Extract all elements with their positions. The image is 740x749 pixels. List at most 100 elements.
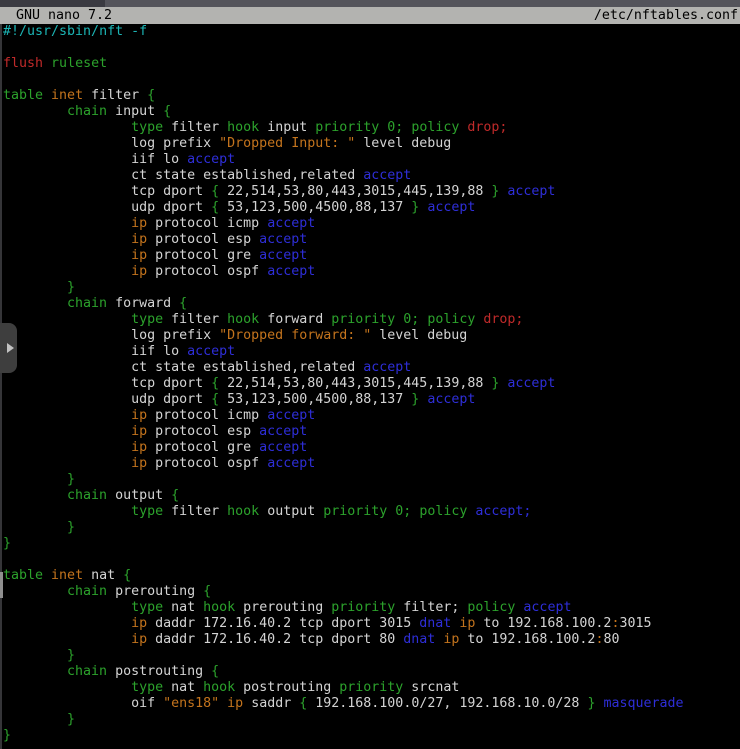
code-token: policy	[467, 600, 515, 615]
code-token: accept	[267, 456, 315, 471]
file-path-label: /etc/nftables.conf	[594, 7, 738, 24]
code-token: 80	[603, 632, 619, 647]
code-line: type filter hook forward priority 0; pol…	[3, 312, 740, 328]
code-token: protocol esp	[147, 424, 259, 439]
code-line: }	[3, 520, 740, 536]
code-line: type nat hook postrouting priority srcna…	[3, 680, 740, 696]
code-token: {	[203, 584, 211, 599]
code-token: srcnat	[403, 680, 459, 695]
code-token: to 192.168.100.2	[475, 616, 611, 631]
code-token: accept	[523, 600, 571, 615]
code-token: inet	[51, 88, 83, 103]
code-line: type filter hook output priority 0; poli…	[3, 504, 740, 520]
code-token: }	[67, 648, 75, 663]
code-token: {	[211, 184, 219, 199]
code-token: dnat	[403, 632, 435, 647]
code-token: {	[211, 200, 219, 215]
code-line: ip protocol esp accept	[3, 424, 740, 440]
code-token: accept	[259, 232, 307, 247]
code-token: accept	[187, 344, 235, 359]
code-token: forward	[259, 312, 331, 327]
code-token: {	[163, 104, 171, 119]
code-token: policy	[419, 504, 467, 519]
code-token: saddr	[243, 696, 299, 711]
code-token: priority 0;	[331, 312, 419, 327]
code-token: prerouting	[235, 600, 331, 615]
code-token: hook	[203, 680, 235, 695]
code-line: }	[3, 728, 740, 744]
code-token: accept	[267, 408, 315, 423]
code-line	[3, 552, 740, 568]
code-token: ip	[131, 440, 147, 455]
code-token: hook	[227, 504, 259, 519]
code-token: type	[131, 504, 163, 519]
code-token: accept	[267, 264, 315, 279]
code-token: ip	[131, 232, 147, 247]
code-line: tcp dport { 22,514,53,80,443,3015,445,13…	[3, 376, 740, 392]
code-token: "Dropped Input: "	[219, 136, 355, 151]
code-token: priority 0;	[323, 504, 411, 519]
app-version-label: GNU nano 7.2	[0, 7, 112, 24]
code-token: ip	[131, 216, 147, 231]
code-line: ip daddr 172.16.40.2 tcp dport 3015 dnat…	[3, 616, 740, 632]
code-token	[43, 568, 51, 583]
code-token: ip	[131, 632, 147, 647]
code-token: ct state established,related	[131, 168, 363, 183]
code-line: type nat hook prerouting priority filter…	[3, 600, 740, 616]
code-token: policy	[411, 120, 459, 135]
code-line: }	[3, 648, 740, 664]
code-token: 22,514,53,80,443,3015,445,139,88	[219, 376, 491, 391]
code-token: hook	[227, 120, 259, 135]
code-token: }	[67, 520, 75, 535]
code-line: log prefix "Dropped forward: " level deb…	[3, 328, 740, 344]
code-token: accept	[259, 248, 307, 263]
code-token: {	[171, 488, 179, 503]
code-token	[43, 56, 51, 71]
code-line: log prefix "Dropped Input: " level debug	[3, 136, 740, 152]
code-line: chain postrouting {	[3, 664, 740, 680]
code-token: type	[131, 680, 163, 695]
code-token: }	[3, 728, 11, 743]
code-token: {	[179, 296, 187, 311]
code-token: ip	[131, 408, 147, 423]
code-line: ip protocol icmp accept	[3, 408, 740, 424]
code-token: accept	[507, 376, 555, 391]
code-token: priority 0;	[315, 120, 403, 135]
code-token: {	[211, 392, 219, 407]
code-token: log prefix	[131, 136, 219, 151]
code-line: #!/usr/sbin/nft -f	[3, 24, 740, 40]
code-token: type	[131, 312, 163, 327]
code-token: protocol esp	[147, 232, 259, 247]
code-token: tcp dport	[131, 184, 211, 199]
code-token: chain	[67, 104, 107, 119]
editor-area[interactable]: #!/usr/sbin/nft -fflush rulesettable ine…	[3, 24, 740, 749]
code-token: ip	[443, 632, 459, 647]
code-token: priority	[339, 680, 403, 695]
code-token: protocol ospf	[147, 456, 267, 471]
code-token: ip	[131, 424, 147, 439]
code-token: accept	[507, 184, 555, 199]
side-panel-handle[interactable]	[0, 323, 17, 373]
code-token: accept	[259, 424, 307, 439]
code-token: drop;	[483, 312, 523, 327]
code-token: flush	[3, 56, 43, 71]
code-token: daddr 172.16.40.2 tcp dport 80	[147, 632, 403, 647]
code-line: table inet filter {	[3, 88, 740, 104]
code-token: nat	[83, 568, 123, 583]
code-line: ct state established,related accept	[3, 168, 740, 184]
code-token: }	[67, 712, 75, 727]
code-token: to 192.168.100.2	[459, 632, 595, 647]
code-token: {	[211, 664, 219, 679]
code-line: ip protocol ospf accept	[3, 264, 740, 280]
code-token: nat	[163, 680, 203, 695]
code-line: }	[3, 280, 740, 296]
code-token: {	[211, 376, 219, 391]
code-token: postrouting	[107, 664, 211, 679]
code-token: level debug	[371, 328, 467, 343]
code-token: protocol gre	[147, 248, 259, 263]
code-token: protocol gre	[147, 440, 259, 455]
code-line: udp dport { 53,123,500,4500,88,137 } acc…	[3, 200, 740, 216]
code-line: chain forward {	[3, 296, 740, 312]
code-line: iif lo accept	[3, 344, 740, 360]
code-line: ct state established,related accept	[3, 360, 740, 376]
